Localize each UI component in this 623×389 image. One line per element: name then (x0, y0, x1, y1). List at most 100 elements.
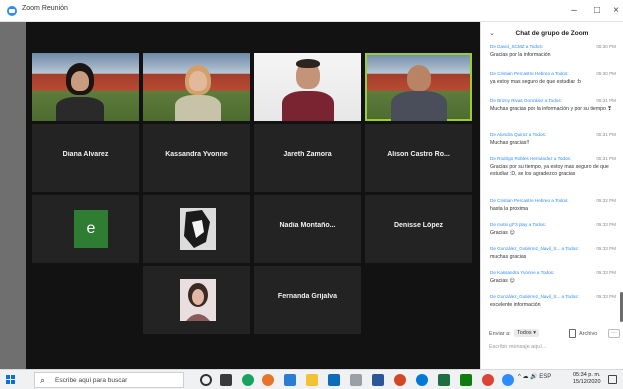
send-to-label: Enviar a: (489, 331, 511, 337)
participant-tile[interactable] (143, 266, 250, 334)
skype-icon[interactable] (416, 374, 428, 386)
participant-tile[interactable]: Alison Castro Ro... (365, 124, 472, 192)
search-placeholder: Escribe aquí para buscar (55, 377, 128, 384)
message-sender[interactable]: De Rodrigo Robles Hernández a Todos: (490, 156, 571, 161)
message-time: 05:30 PM (596, 44, 616, 49)
chat-message: De David_SCMZ a Todos: 05:30 PM Gracias p… (490, 44, 616, 59)
zoom-window: Zoom Reunión – □ × Diana Alvarez Kassand… (0, 0, 623, 369)
windows-start-button[interactable] (6, 375, 16, 385)
message-time: 05:33 PM (596, 270, 616, 275)
message-time: 05:33 PM (596, 222, 616, 227)
file-explorer-icon[interactable] (306, 374, 318, 386)
participant-tile[interactable]: Fernanda Grijalva (254, 266, 361, 334)
clock-time: 05:34 p. m. (573, 372, 601, 378)
message-time: 05:33 PM (596, 294, 616, 299)
taskbar-app-icon[interactable] (220, 374, 232, 386)
taskbar-app-icon[interactable] (372, 374, 384, 386)
video-gallery: Diana Alvarez Kassandra Yvonne Jareth Za… (26, 22, 480, 369)
message-sender[interactable]: De González_Gutiérrez_Navil_S... a Todos… (490, 294, 579, 299)
file-button[interactable]: Archivo (579, 331, 597, 337)
clock-date: 15/12/2020 (573, 379, 601, 385)
participant-hair (296, 59, 320, 68)
message-text: Gracias 😊 (490, 278, 515, 284)
participant-face (71, 71, 89, 91)
chat-message: De González_Gutiérrez_Navil_S... a Todos… (490, 294, 616, 309)
participant-name: Jareth Zamora (283, 151, 332, 158)
participant-body (175, 95, 221, 121)
zoom-taskbar-icon[interactable] (502, 374, 514, 386)
participant-face (407, 65, 431, 91)
message-sender[interactable]: De Brizny Rivas González a Todos: (490, 98, 562, 103)
message-sender[interactable]: De David_SCMZ a Todos: (490, 44, 543, 49)
message-sender[interactable]: De Cristian Percastre Hebreo a Todos: (490, 198, 569, 203)
task-view-icon[interactable] (200, 374, 212, 386)
maximize-button[interactable]: □ (586, 3, 608, 19)
excel-icon[interactable] (438, 374, 450, 386)
message-sender[interactable]: De Kassandra Yvonne a Todos: (490, 270, 554, 275)
participant-name: Fernanda Grijalva (277, 293, 338, 300)
chat-message: De Kassandra Yvonne a Todos: 05:33 PM Gra… (490, 270, 616, 285)
participant-tile[interactable]: e (32, 195, 139, 263)
chat-title: Chat de grupo de Zoom (515, 30, 589, 37)
chat-message-list[interactable]: De David_SCMZ a Todos: 05:30 PM Gracias p… (481, 44, 623, 339)
message-sender[interactable]: De mxtsi gt^3 play a Todos: (490, 222, 546, 227)
chat-message: De Rodrigo Robles Hernández a Todos: 05:3… (490, 156, 616, 178)
chat-send-row: Enviar a: Todos ▾ Archivo ··· (489, 329, 621, 341)
taskbar-app-icon[interactable] (460, 374, 472, 386)
system-tray[interactable]: ^ ☁ 🔊 ESP (518, 373, 551, 380)
message-sender[interactable]: De Cristian Percastre Hebreo a Todos: (490, 71, 569, 76)
firefox-icon[interactable] (262, 374, 274, 386)
participant-tile-video[interactable] (143, 53, 250, 121)
message-text: Gracias por su tiempo, ya estoy mas segu… (490, 164, 609, 177)
chat-message: De Cristian Percastre Hebreo a Todos: 05:… (490, 198, 616, 213)
participant-profile-photo (180, 279, 216, 321)
message-text: Gracias 😊 (490, 230, 515, 236)
message-sender[interactable]: De González_Gutiérrez_Navil_S... a Todos… (490, 246, 579, 251)
close-button[interactable]: × (609, 3, 623, 19)
notification-icon[interactable] (608, 375, 617, 384)
minimize-button[interactable]: – (563, 3, 585, 19)
store-icon[interactable] (328, 374, 340, 386)
send-to-dropdown[interactable]: Todos ▾ (514, 329, 539, 337)
participant-name: Kassandra Yvonne (165, 151, 228, 158)
title-bar[interactable]: Zoom Reunión – □ × (0, 0, 623, 22)
zoom-app-icon (7, 6, 17, 16)
more-options-button[interactable]: ··· (608, 329, 620, 338)
participant-tile[interactable]: Denisse López (365, 195, 472, 263)
message-text: excelente información (490, 302, 541, 308)
gallery-side-strip (0, 22, 26, 369)
taskbar-search-box[interactable]: ⌕ Escribe aquí para buscar (34, 372, 184, 388)
chrome-icon[interactable] (482, 374, 494, 386)
participant-tile-video[interactable] (32, 53, 139, 121)
windows-taskbar: ⌕ Escribe aquí para buscar ^ ☁ 🔊 ESP 05:… (0, 369, 623, 389)
participant-tile-video[interactable] (254, 53, 361, 121)
message-time: 05:31 PM (596, 156, 616, 161)
message-text: hasta la proxima (490, 206, 529, 212)
participant-tile[interactable]: Kassandra Yvonne (143, 124, 250, 192)
participant-tile[interactable]: Diana Alvarez (32, 124, 139, 192)
chat-message-input[interactable]: Escribir mensaje aquí... (489, 344, 617, 358)
taskbar-app-icon[interactable] (394, 374, 406, 386)
chat-panel: ⌄ Chat de grupo de Zoom De David_SCMZ a … (480, 22, 623, 369)
file-icon[interactable] (569, 329, 576, 338)
message-sender[interactable]: De Alondra Quiroz a Todos: (490, 132, 546, 137)
chat-message: De González_Gutiérrez_Navil_S... a Todos… (490, 246, 616, 261)
participant-tile[interactable]: Jareth Zamora (254, 124, 361, 192)
participant-profile-photo (180, 208, 216, 250)
taskbar-clock[interactable]: 05:34 p. m. 15/12/2020 (573, 372, 601, 386)
chat-message: De Cristian Percastre Hebreo a Todos: 05:… (490, 71, 616, 86)
word-icon[interactable] (284, 374, 296, 386)
message-text: Muchas gracias por la información y por … (490, 106, 612, 112)
taskbar-app-icon[interactable] (350, 374, 362, 386)
message-text: muchas gracias (490, 254, 527, 260)
message-text: Muchas gracias!! (490, 140, 530, 146)
participant-name: Denisse López (393, 222, 443, 229)
edge-icon[interactable] (242, 374, 254, 386)
chat-message: De Alondra Quiroz a Todos: 05:31 PM Mucha… (490, 132, 616, 147)
participant-body (56, 97, 104, 121)
participant-tile[interactable] (143, 195, 250, 263)
participant-body (391, 91, 447, 121)
participant-tile[interactable]: Nadia Montaño... (254, 195, 361, 263)
participant-avatar-letter: e (74, 210, 108, 248)
participant-tile-video-active-speaker[interactable] (365, 53, 472, 121)
